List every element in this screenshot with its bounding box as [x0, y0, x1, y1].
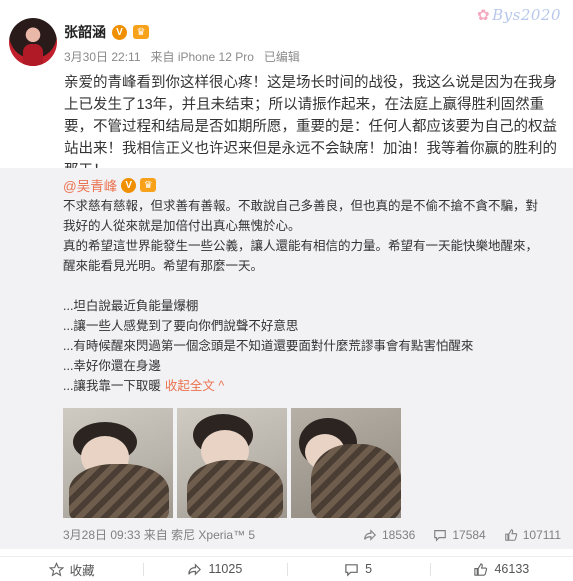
post-source: 来自 iPhone 12 Pro	[150, 50, 254, 64]
post-meta: 3月30日 22:11 来自 iPhone 12 Pro 已编辑	[64, 48, 300, 65]
comment-count: 5	[365, 562, 373, 576]
repost-paragraph: 真的希望這世界能發生一些公義，讓人還能有相信的力量。希望有一天能快樂地醒來，醒來…	[63, 239, 539, 273]
repost-line: ...有時候醒來閃過第一個念頭是不知道還要面對什麼荒謬事會有點害怕醒來	[63, 339, 474, 353]
like-button[interactable]: 46133	[429, 557, 573, 581]
repost-card[interactable]: @吴青峰 V ♛ 不求慈有慈報，但求善有善報。不敢說自己多善良，但也真的是不偷不…	[0, 168, 573, 549]
repost-line: ...幸好你還在身邊	[63, 359, 161, 373]
verified-badge-icon: V	[112, 24, 127, 40]
collapse-text-link[interactable]: 收起全文 ^	[165, 379, 224, 393]
comment-icon	[434, 529, 447, 542]
repost-share-count[interactable]: 18536	[363, 528, 415, 542]
crown-badge-icon: ♛	[140, 178, 157, 192]
action-bar: 收藏 11025 5 46133	[0, 556, 573, 581]
repost-button[interactable]: 11025	[143, 557, 286, 581]
repost-body: 不求慈有慈報，但求善有善報。不敢說自己多善良，但也真的是不偷不搶不貪不騙，對我好…	[63, 196, 541, 396]
repost-author-row: @吴青峰 V ♛	[63, 175, 157, 195]
repost-line: ...坦白說最近負能量爆棚	[63, 299, 199, 313]
verified-badge-icon: V	[121, 177, 137, 193]
repost-author-name[interactable]: @吴青峰	[63, 175, 117, 195]
repost-count: 11025	[208, 562, 243, 576]
repost-line-text: ...讓我靠一下取暖	[63, 379, 161, 393]
star-icon	[48, 561, 64, 576]
share-count: 18536	[381, 527, 416, 542]
post-text: 亲爱的青峰看到你这样很心疼！这是场长时间的战役，我这么说是因为在我身上已发生了1…	[64, 75, 557, 179]
share-icon	[188, 562, 202, 576]
repost-meta: 3月28日 09:33 来自 索尼 Xperia™ 5	[63, 526, 345, 543]
favorite-label: 收藏	[69, 563, 95, 578]
comment-button[interactable]: 5	[286, 557, 430, 581]
photo-thumbnail[interactable]	[177, 408, 287, 518]
repost-paragraph: 不求慈有慈報，但求善有善報。不敢說自己多善良，但也真的是不偷不搶不貪不騙，對我好…	[63, 199, 539, 233]
repost-comment-count[interactable]: 17584	[433, 527, 486, 542]
author-name[interactable]: 张韶涵	[64, 22, 106, 42]
repost-like-count[interactable]: 107111	[504, 528, 561, 542]
repost-line: ...讓我靠一下取暖 收起全文 ^	[63, 376, 541, 396]
crown-badge-icon: ♛	[133, 25, 149, 39]
watermark: ✿ Bys2020	[477, 6, 561, 24]
repost-line: ...讓一些人感覺到了要向你們說聲不好意思	[63, 319, 299, 333]
photo-thumbnail[interactable]	[291, 408, 401, 518]
author-row: 张韶涵 V ♛	[64, 22, 149, 42]
favorite-button[interactable]: 收藏	[0, 557, 143, 581]
thumbs-up-icon	[504, 528, 517, 541]
image-gallery	[63, 408, 401, 518]
post-timestamp[interactable]: 3月30日 22:11	[64, 48, 141, 65]
comment-count: 17584	[452, 527, 486, 542]
share-icon	[364, 528, 377, 541]
thumbs-up-icon	[474, 562, 488, 576]
avatar[interactable]	[9, 18, 57, 66]
like-count: 107111	[522, 527, 561, 542]
photo-thumbnail[interactable]	[63, 408, 173, 518]
like-count: 46133	[494, 562, 530, 576]
repost-footer: 3月28日 09:33 来自 索尼 Xperia™ 5 18536 17584 …	[63, 526, 561, 543]
comment-icon	[345, 563, 358, 577]
repost-timestamp[interactable]: 3月28日 09:33	[63, 528, 140, 542]
repost-source: 来自 索尼 Xperia™ 5	[143, 528, 256, 542]
edited-label[interactable]: 已编辑	[264, 48, 300, 65]
